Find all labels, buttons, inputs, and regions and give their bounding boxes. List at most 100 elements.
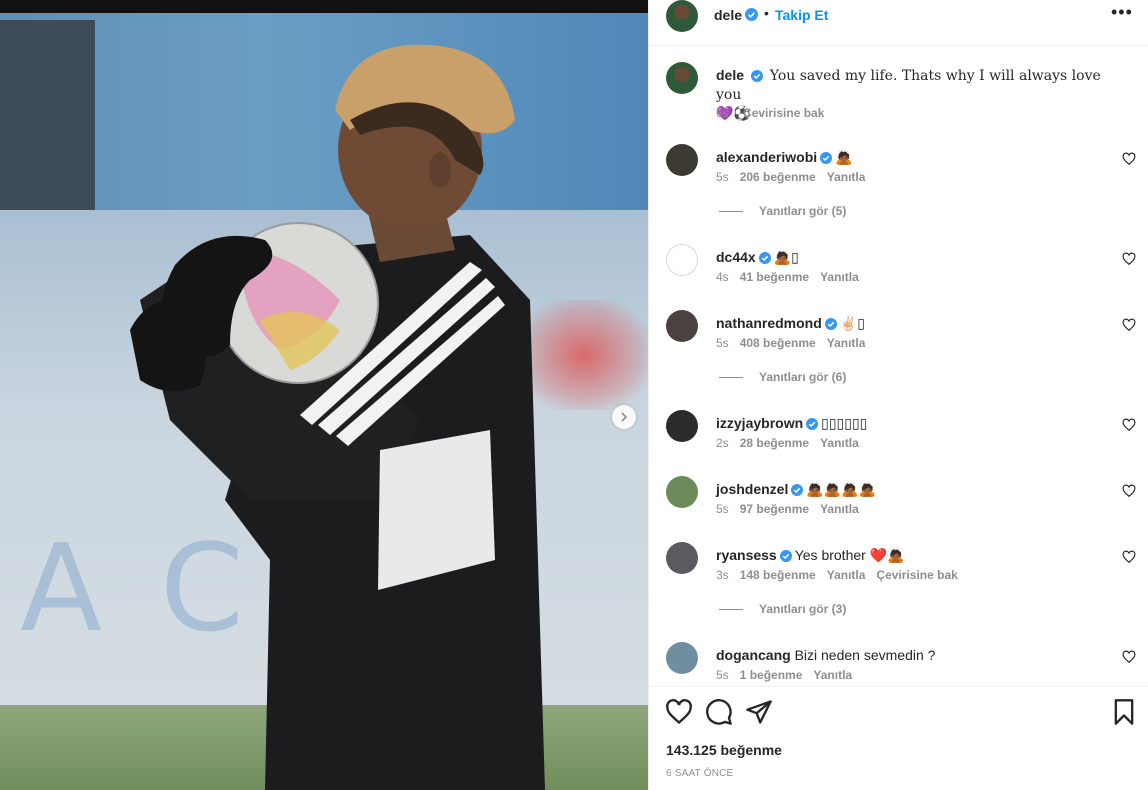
caption-meta: 6s Çevirisine bak: [716, 106, 835, 120]
comment-meta: 5s 206 beğenme Yanıtla: [716, 170, 876, 184]
replies-line: [719, 211, 743, 213]
comment-text-block: dogancang Bizi neden sevmedin ?: [716, 646, 1116, 664]
comment-text: 🙇🏾🙇🏾🙇🏾🙇🏾: [806, 481, 877, 497]
comments-list[interactable]: dele You saved my life. Thats why I will…: [649, 46, 1148, 687]
commenter-avatar[interactable]: [666, 542, 698, 574]
author-avatar[interactable]: [666, 0, 698, 32]
verified-badge-icon: [824, 318, 837, 330]
view-replies-label: Yanıtları gör (5): [759, 204, 847, 218]
comment-time: 2s: [716, 436, 729, 450]
reply-button[interactable]: Yanıtla: [820, 270, 859, 284]
commenter-username[interactable]: joshdenzel: [716, 481, 788, 497]
reply-button[interactable]: Yanıtla: [827, 336, 866, 350]
comment-text-block: dc44x 🙇🏾▯: [716, 248, 1116, 266]
commenter-avatar[interactable]: [666, 410, 698, 442]
comment-likes[interactable]: 148 beğenme: [740, 568, 816, 582]
reply-button[interactable]: Yanıtla: [820, 502, 859, 516]
verified-badge-icon: [791, 484, 804, 496]
like-comment-heart-icon[interactable]: [1122, 418, 1136, 432]
verified-badge-icon: [750, 70, 763, 82]
commenter-avatar[interactable]: [666, 476, 698, 508]
comment-meta: 4s 41 beğenme Yanıtla: [716, 270, 870, 284]
more-options-button[interactable]: •••: [1111, 2, 1133, 23]
commenter-username[interactable]: izzyjaybrown: [716, 415, 803, 431]
comment-text: Bizi neden sevmedin ?: [794, 647, 936, 663]
like-comment-heart-icon[interactable]: [1122, 650, 1136, 664]
save-bookmark-icon[interactable]: [1110, 698, 1138, 726]
comment-likes[interactable]: 408 beğenme: [740, 336, 816, 350]
comment-text-block: izzyjaybrown ▯▯▯▯▯▯: [716, 414, 1116, 432]
reply-button[interactable]: Yanıtla: [813, 668, 852, 682]
comment-meta: 5s 1 beğenme Yanıtla: [716, 668, 863, 682]
comment-likes[interactable]: 41 beğenme: [740, 270, 809, 284]
comment-text: 🙇🏾: [835, 149, 853, 165]
caption-time: 6s: [716, 106, 729, 120]
view-replies-button[interactable]: Yanıtları gör (3): [719, 602, 846, 616]
like-heart-icon[interactable]: [665, 698, 693, 726]
chevron-right-icon: [621, 412, 628, 422]
commenter-username[interactable]: alexanderiwobi: [716, 149, 817, 165]
caption-text: You saved my life. Thats why I will alwa…: [716, 68, 1101, 103]
like-comment-heart-icon[interactable]: [1122, 484, 1136, 498]
view-replies-button[interactable]: Yanıtları gör (6): [719, 370, 846, 384]
comment-time: 5s: [716, 668, 729, 682]
comment-translate-link[interactable]: Çevirisine bak: [876, 568, 957, 582]
commenter-avatar[interactable]: [666, 244, 698, 276]
comment-meta: 5s 408 beğenme Yanıtla: [716, 336, 876, 350]
comment-meta: 5s 97 beğenme Yanıtla: [716, 502, 870, 516]
commenter-username[interactable]: dogancang: [716, 647, 791, 663]
replies-line: [719, 609, 743, 611]
author-username[interactable]: dele: [714, 7, 742, 23]
verified-badge-icon: [806, 418, 819, 430]
commenter-avatar[interactable]: [666, 642, 698, 674]
like-comment-heart-icon[interactable]: [1122, 550, 1136, 564]
comment-text-block: alexanderiwobi 🙇🏾: [716, 148, 1116, 166]
post-image[interactable]: ACBA: [0, 0, 648, 790]
caption-avatar[interactable]: [666, 62, 698, 94]
post-side-panel: dele • Takip Et ••• dele You saved my li…: [648, 0, 1148, 790]
commenter-username[interactable]: dc44x: [716, 249, 756, 265]
comment-time: 4s: [716, 270, 729, 284]
comment-time: 5s: [716, 336, 729, 350]
comment-text: ▯▯▯▯▯▯: [821, 415, 868, 431]
header-separator: •: [764, 5, 769, 21]
commenter-username[interactable]: nathanredmond: [716, 315, 822, 331]
comment-time: 3s: [716, 568, 729, 582]
comment-likes[interactable]: 97 beğenme: [740, 502, 809, 516]
comment-text: 🙇🏾▯: [773, 249, 799, 265]
comment-likes[interactable]: 1 beğenme: [740, 668, 803, 682]
reply-button[interactable]: Yanıtla: [820, 436, 859, 450]
comment-bubble-icon[interactable]: [705, 698, 733, 726]
comment-likes[interactable]: 206 beğenme: [740, 170, 816, 184]
comment-meta: 2s 28 beğenme Yanıtla: [716, 436, 870, 450]
like-comment-heart-icon[interactable]: [1122, 252, 1136, 266]
comment-time: 5s: [716, 170, 729, 184]
caption-username[interactable]: dele: [716, 67, 744, 83]
view-replies-label: Yanıtları gör (3): [759, 602, 847, 616]
verified-badge-icon: [758, 252, 771, 264]
follow-button[interactable]: Takip Et: [775, 7, 828, 23]
player-figure: [130, 44, 545, 790]
like-comment-heart-icon[interactable]: [1122, 152, 1136, 166]
comment-text-block: joshdenzel 🙇🏾🙇🏾🙇🏾🙇🏾: [716, 480, 1116, 498]
commenter-avatar[interactable]: [666, 310, 698, 342]
next-image-button[interactable]: [612, 405, 636, 429]
verified-badge-icon: [745, 8, 758, 21]
reply-button[interactable]: Yanıtla: [827, 568, 866, 582]
post-timestamp[interactable]: 6 SAAT ÖNCE: [666, 768, 733, 779]
comment-text-block: ryansess Yes brother ❤️🙇🏾: [716, 546, 1116, 564]
view-replies-button[interactable]: Yanıtları gör (5): [719, 204, 846, 218]
post-header: dele • Takip Et •••: [649, 0, 1148, 46]
post-like-count[interactable]: 143.125 beğenme: [666, 742, 782, 758]
caption-translate-link[interactable]: Çevirisine bak: [743, 106, 824, 120]
reply-button[interactable]: Yanıtla: [827, 170, 866, 184]
commenter-username[interactable]: ryansess: [716, 547, 777, 563]
like-comment-heart-icon[interactable]: [1122, 318, 1136, 332]
comment-likes[interactable]: 28 beğenme: [740, 436, 809, 450]
commenter-avatar[interactable]: [666, 144, 698, 176]
comment-time: 5s: [716, 502, 729, 516]
view-replies-label: Yanıtları gör (6): [759, 370, 847, 384]
verified-badge-icon: [779, 550, 792, 562]
comment-meta: 3s 148 beğenme Yanıtla Çevirisine bak: [716, 568, 969, 582]
share-send-icon[interactable]: [745, 698, 773, 726]
